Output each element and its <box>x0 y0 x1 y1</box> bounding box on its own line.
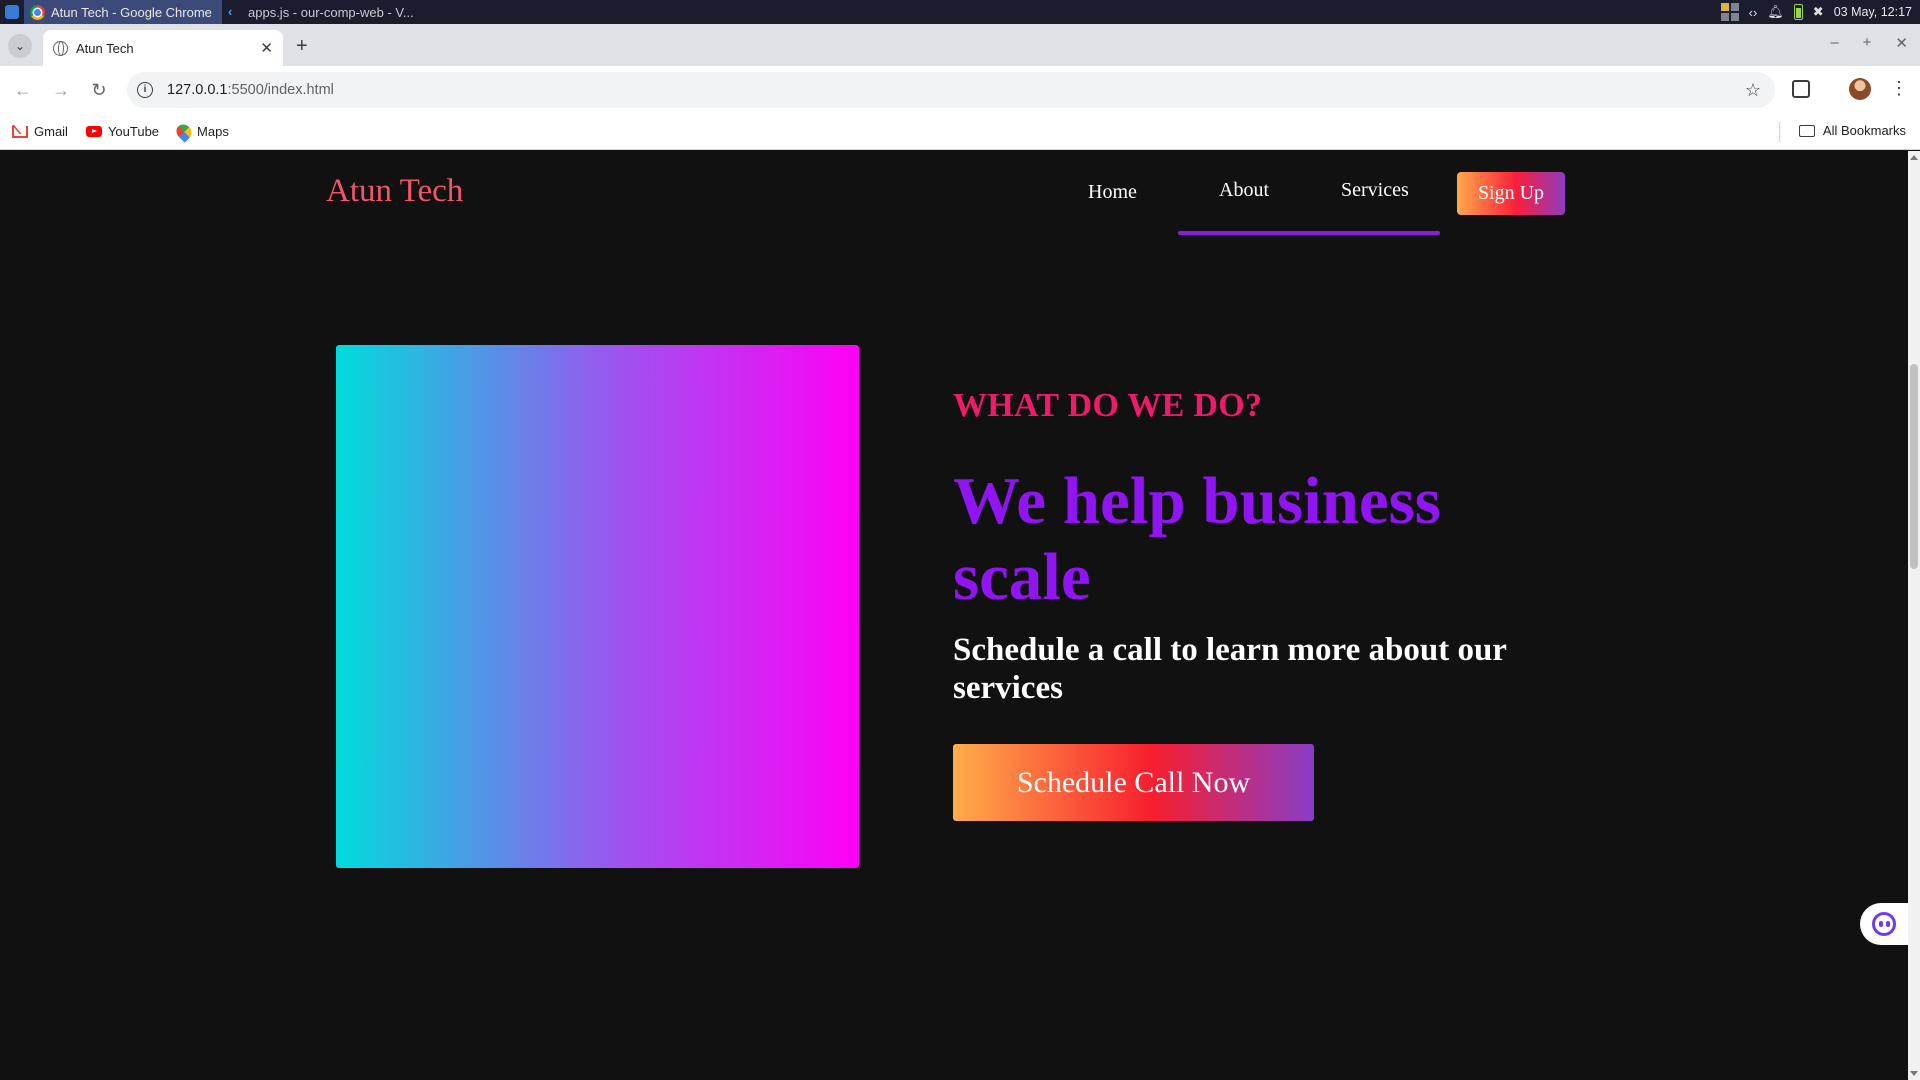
back-arrow-icon[interactable]: ← <box>4 71 42 109</box>
bookmarks-bar: Gmail YouTube Maps All Bookmarks <box>0 114 1920 150</box>
extensions-puzzle-icon[interactable] <box>1792 80 1810 98</box>
bookmark-maps[interactable]: Maps <box>173 120 229 143</box>
battery-icon[interactable] <box>1793 4 1803 20</box>
sign-up-button[interactable]: Sign Up <box>1457 172 1565 215</box>
url-path: :5500/index.html <box>227 82 334 98</box>
folder-icon <box>1798 124 1815 137</box>
bookmark-label: YouTube <box>107 124 160 139</box>
workspace-switcher-icon[interactable] <box>1720 3 1739 21</box>
start-menu-button[interactable] <box>0 0 24 24</box>
browser-tab-active[interactable]: Atun Tech ✕ <box>43 30 283 66</box>
new-tab-plus-icon[interactable]: + <box>296 34 308 58</box>
nav-link-about[interactable]: About <box>1219 179 1269 202</box>
page-scrollbar[interactable] <box>1908 151 1920 1080</box>
window-controls: – + ✕ <box>1830 34 1908 52</box>
nav-active-underline <box>1178 231 1440 235</box>
site-info-icon[interactable]: i <box>137 82 153 98</box>
hero-headline: We help business scale <box>953 464 1441 614</box>
bookmark-label: Gmail <box>34 124 68 139</box>
url-host: 127.0.0.1 <box>167 82 228 98</box>
globe-icon <box>53 40 68 56</box>
schedule-call-button[interactable]: Schedule Call Now <box>953 744 1314 821</box>
chrome-icon <box>30 4 45 20</box>
assistant-widget[interactable] <box>1860 903 1908 945</box>
os-taskbar: Atun Tech - Google Chrome ‹ apps.js - ou… <box>0 0 1920 24</box>
vscode-icon: ‹ <box>228 4 233 19</box>
scroll-down-arrow-icon[interactable] <box>1910 1071 1918 1076</box>
gmail-icon <box>12 125 28 138</box>
system-tray: ‹› 🔔︎ ✖ 03 May, 12:17 <box>1720 3 1920 21</box>
profile-avatar[interactable] <box>1849 78 1871 100</box>
tab-title: Atun Tech <box>76 40 134 56</box>
assistant-face-icon <box>1872 912 1896 936</box>
browser-toolbar: ← → ↻ i 127.0.0.1:5500/index.html ☆ ⋮ <box>0 66 1920 114</box>
scrollbar-thumb[interactable] <box>1910 364 1918 569</box>
bookmark-star-icon[interactable]: ☆ <box>1745 80 1761 101</box>
start-menu-icon <box>5 5 19 19</box>
hero-subheading: Schedule a call to learn more about our … <box>953 632 1507 706</box>
reload-icon[interactable]: ↻ <box>80 71 118 109</box>
clock[interactable]: 03 May, 12:17 <box>1834 5 1912 19</box>
site-logo[interactable]: Atun Tech <box>326 173 463 210</box>
scroll-up-arrow-icon[interactable] <box>1910 155 1918 160</box>
close-window-icon[interactable]: ✕ <box>1895 34 1908 52</box>
tab-close-icon[interactable]: ✕ <box>260 39 273 57</box>
nav-link-services[interactable]: Services <box>1341 179 1409 202</box>
volume-muted-icon[interactable]: ✖ <box>1813 4 1824 20</box>
browser-tabstrip: ⌄ Atun Tech ✕ + – + ✕ <box>0 24 1920 66</box>
maps-icon <box>173 120 195 143</box>
nav-link-home[interactable]: Home <box>1088 181 1137 204</box>
taskbar-item-label: Atun Tech - Google Chrome <box>51 4 212 20</box>
bookmark-label: Maps <box>197 124 229 139</box>
address-bar[interactable]: i 127.0.0.1:5500/index.html ☆ <box>127 72 1775 108</box>
chrome-menu-icon[interactable]: ⋮ <box>1890 76 1908 100</box>
bookmarks-divider <box>1779 122 1780 142</box>
minimize-icon[interactable]: – <box>1830 34 1838 52</box>
all-bookmarks-button[interactable]: All Bookmarks <box>1798 123 1906 138</box>
hero-gradient-image <box>336 345 859 868</box>
all-bookmarks-label: All Bookmarks <box>1822 123 1906 138</box>
hero-eyebrow: WHAT DO WE DO? <box>953 387 1263 424</box>
taskbar-item-chrome[interactable]: Atun Tech - Google Chrome <box>24 0 222 24</box>
taskbar-item-vscode[interactable]: ‹ apps.js - our-comp-web - V... <box>222 0 422 24</box>
maximize-icon[interactable]: + <box>1863 34 1872 52</box>
notification-bell-icon[interactable]: 🔔︎ <box>1767 4 1784 20</box>
youtube-icon <box>85 126 102 137</box>
web-page: Atun Tech Home About Services Sign Up WH… <box>0 151 1908 1080</box>
bookmark-gmail[interactable]: Gmail <box>12 124 68 139</box>
bookmark-youtube[interactable]: YouTube <box>85 124 160 139</box>
network-icon[interactable]: ‹› <box>1749 5 1758 20</box>
tab-search-chevron-icon[interactable]: ⌄ <box>8 34 32 58</box>
taskbar-item-label: apps.js - our-comp-web - V... <box>248 4 414 20</box>
forward-arrow-icon[interactable]: → <box>42 71 80 109</box>
